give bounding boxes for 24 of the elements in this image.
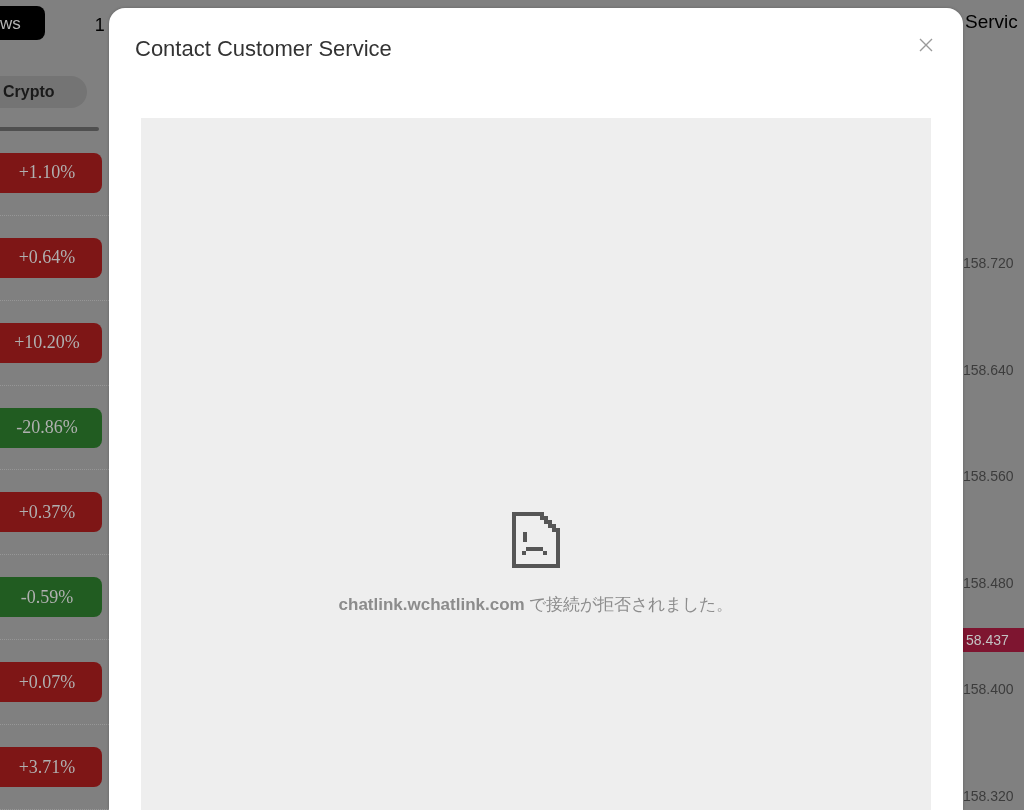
price-axis-label: 158.560 — [963, 467, 1015, 486]
connection-error-message: chatlink.wchatlink.com で接続が拒否されました。 — [338, 594, 734, 616]
sad-file-icon — [512, 512, 560, 568]
header-link[interactable]: Servic — [965, 11, 1018, 32]
change-badge: +3.71% — [0, 747, 102, 788]
close-icon — [919, 38, 933, 52]
current-price-marker: 58.437 — [963, 628, 1024, 652]
dialog-title: Contact Customer Service — [135, 36, 392, 62]
price-axis-label: 158.400 — [963, 680, 1015, 699]
price-axis-label: 158.480 — [963, 573, 1015, 593]
price-axis-label: 158.320 — [963, 786, 1015, 806]
change-badge: +10.20% — [0, 322, 102, 363]
close-button[interactable] — [919, 38, 933, 52]
price-axis-label: 158.720 — [963, 254, 1015, 273]
change-badge: +1.10% — [0, 152, 102, 193]
change-badge: +0.64% — [0, 237, 102, 278]
category-tab[interactable]: Crypto — [0, 75, 87, 108]
change-badge: +0.07% — [0, 662, 102, 703]
change-badge: +0.37% — [0, 492, 102, 533]
tab-label[interactable]: 1 — [94, 14, 105, 36]
change-badge: -20.86% — [0, 407, 102, 448]
change-badge: -0.59% — [0, 577, 102, 618]
price-axis-label: 158.640 — [963, 360, 1015, 380]
tab-button[interactable]: ws — [0, 6, 45, 40]
